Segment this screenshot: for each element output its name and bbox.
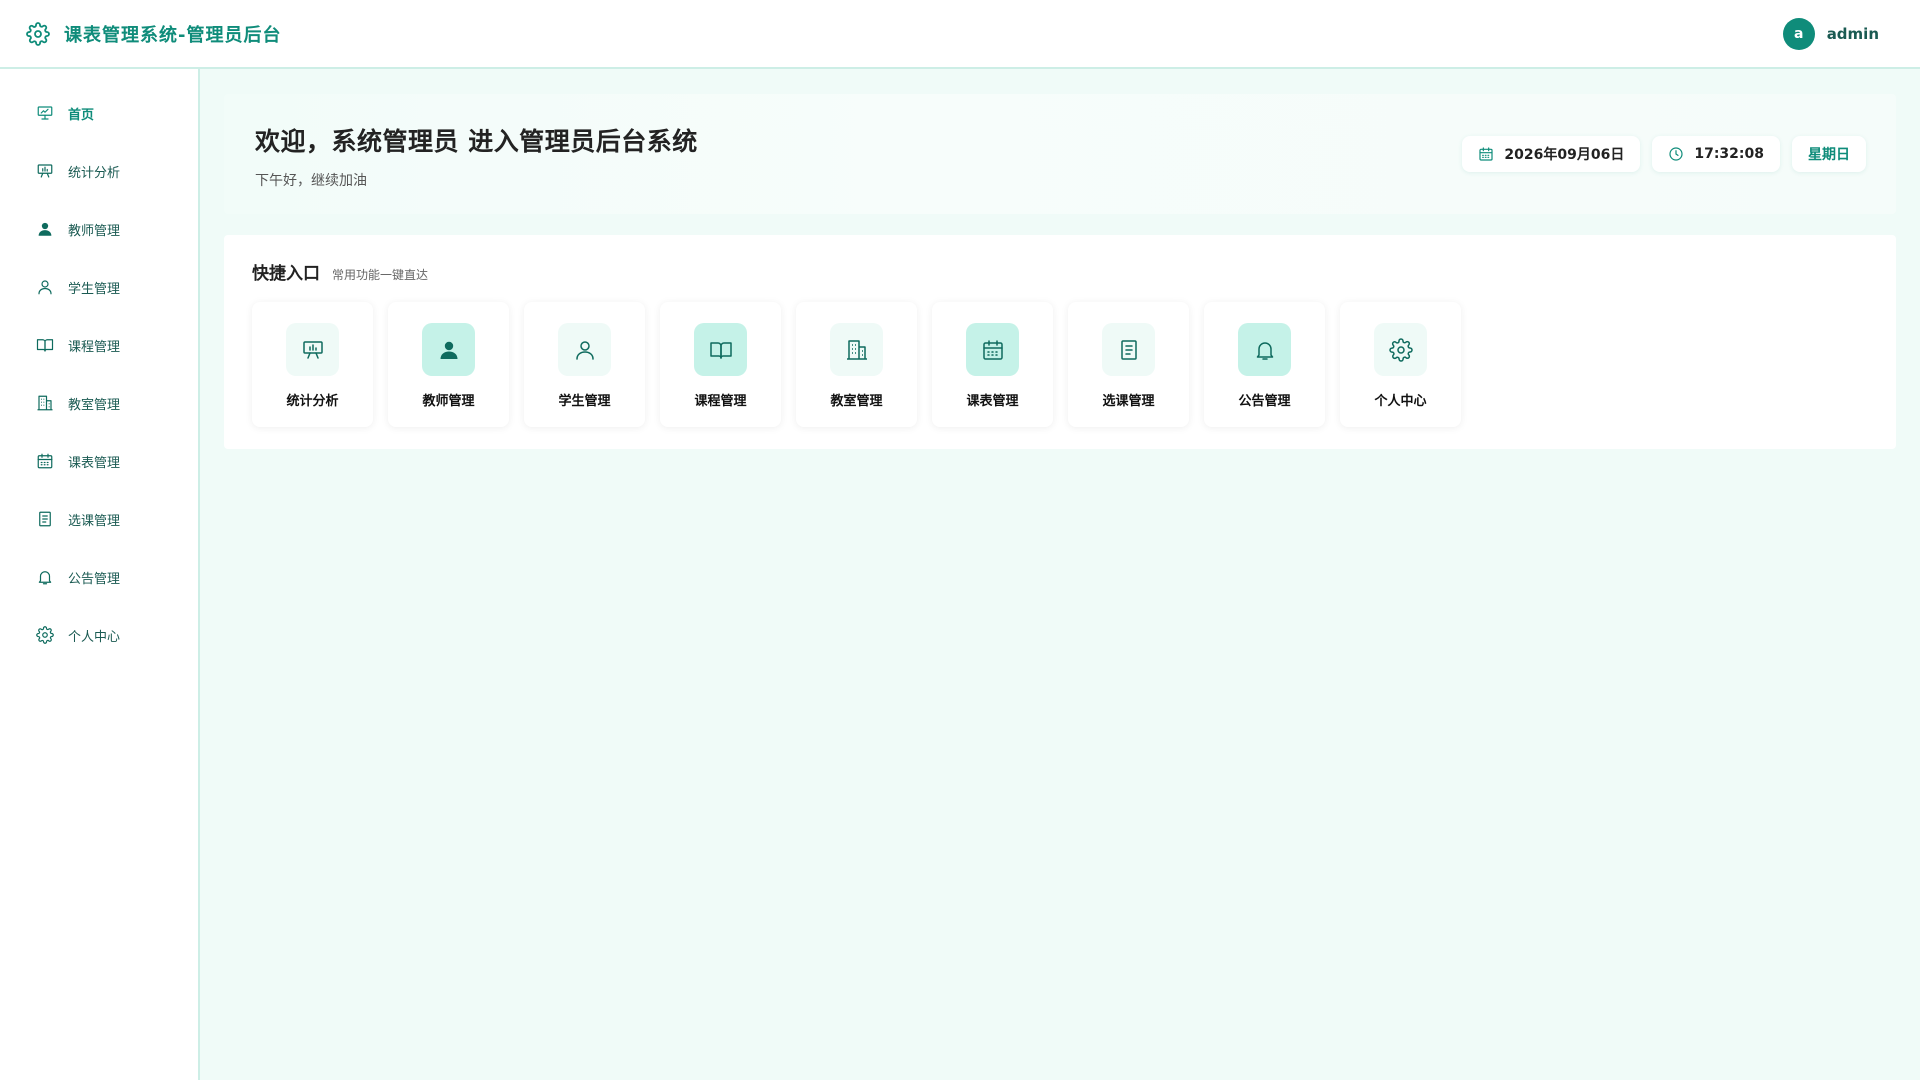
card-label: 公告管理 — [1238, 394, 1291, 409]
card-label: 个人中心 — [1374, 394, 1427, 409]
sidebar-item-label: 公告管理 — [68, 571, 121, 587]
card-label: 学生管理 — [558, 394, 611, 409]
card-label: 选课管理 — [1102, 394, 1155, 409]
card-label: 课表管理 — [966, 394, 1019, 409]
presentation-chart-icon — [36, 162, 54, 180]
card-icon-box — [694, 323, 747, 376]
quick-access-subtitle: 常用功能一键直达 — [332, 268, 429, 282]
bell-icon — [1253, 338, 1277, 362]
quick-card-students[interactable]: 学生管理 — [524, 302, 645, 427]
sidebar-item-label: 统计分析 — [68, 165, 121, 181]
sidebar-item-enrollment[interactable]: 选课管理 — [0, 490, 198, 548]
user-filled-icon — [36, 220, 54, 238]
calendar-icon — [981, 338, 1005, 362]
user-menu[interactable]: a admin — [1782, 17, 1879, 50]
main-content: 欢迎，系统管理员 进入管理员后台系统 下午好，继续加油 2026年09月06日 … — [224, 94, 1896, 449]
quick-access-panel: 快捷入口 常用功能一键直达 统计分析 教师管理 学生管理 课程管理 教室管理 课… — [224, 235, 1896, 449]
sidebar-item-label: 教师管理 — [68, 223, 121, 239]
sidebar-item-label: 学生管理 — [68, 281, 121, 297]
card-icon-box — [422, 323, 475, 376]
card-label: 课程管理 — [694, 394, 747, 409]
user-outline-icon — [36, 278, 54, 296]
gear-icon — [1388, 337, 1413, 362]
sidebar-item-label: 个人中心 — [68, 629, 121, 645]
quick-card-profile[interactable]: 个人中心 — [1340, 302, 1461, 427]
card-icon-box — [1374, 323, 1427, 376]
presentation-icon — [36, 104, 54, 122]
datetime-chips: 2026年09月06日 17:32:08 星期日 — [1462, 136, 1866, 172]
sidebar: 首页 统计分析 教师管理 学生管理 课程管理 教室管理 课表管理 选课管理 公告… — [0, 69, 200, 1080]
date-chip: 2026年09月06日 — [1462, 136, 1641, 172]
user-outline-icon — [573, 338, 597, 362]
top-header: 课表管理系统-管理员后台 a admin — [0, 0, 1920, 69]
card-icon-box — [286, 323, 339, 376]
card-icon-box — [1238, 323, 1291, 376]
welcome-banner: 欢迎，系统管理员 进入管理员后台系统 下午好，继续加油 2026年09月06日 … — [224, 94, 1896, 214]
sidebar-item-schedule[interactable]: 课表管理 — [0, 432, 198, 490]
quick-card-teachers[interactable]: 教师管理 — [388, 302, 509, 427]
sidebar-item-classrooms[interactable]: 教室管理 — [0, 374, 198, 432]
sidebar-item-label: 首页 — [68, 107, 95, 123]
sidebar-item-home[interactable]: 首页 — [0, 84, 198, 142]
avatar[interactable]: a — [1782, 17, 1815, 50]
sidebar-item-label: 选课管理 — [68, 513, 121, 529]
gear-icon — [36, 626, 54, 644]
clock-icon — [1668, 146, 1684, 162]
card-icon-box — [966, 323, 1019, 376]
presentation-chart-icon — [301, 338, 325, 362]
gear-icon — [26, 21, 50, 46]
sidebar-item-statistics[interactable]: 统计分析 — [0, 142, 198, 200]
quick-card-schedule[interactable]: 课表管理 — [932, 302, 1053, 427]
sidebar-item-label: 教室管理 — [68, 397, 121, 413]
card-icon-box — [558, 323, 611, 376]
brand: 课表管理系统-管理员后台 — [26, 21, 281, 47]
username[interactable]: admin — [1827, 25, 1879, 43]
user-filled-icon — [437, 338, 461, 362]
quick-card-enrollment[interactable]: 选课管理 — [1068, 302, 1189, 427]
sidebar-item-label: 课程管理 — [68, 339, 121, 355]
welcome-subtitle: 下午好，继续加油 — [255, 173, 367, 189]
weekday-text: 星期日 — [1808, 147, 1850, 163]
book-icon — [36, 336, 54, 354]
quick-access-header: 快捷入口 常用功能一键直达 — [252, 259, 1868, 284]
quick-card-announcements[interactable]: 公告管理 — [1204, 302, 1325, 427]
quick-card-courses[interactable]: 课程管理 — [660, 302, 781, 427]
quick-access-title: 快捷入口 — [252, 264, 320, 284]
sidebar-item-profile[interactable]: 个人中心 — [0, 606, 198, 664]
app-title: 课表管理系统-管理员后台 — [64, 24, 282, 46]
building-icon — [845, 338, 869, 362]
weekday-chip: 星期日 — [1792, 136, 1866, 172]
document-icon — [36, 510, 54, 528]
sidebar-item-courses[interactable]: 课程管理 — [0, 316, 198, 374]
card-label: 教师管理 — [422, 394, 475, 409]
card-label: 教室管理 — [830, 394, 883, 409]
card-icon-box — [1102, 323, 1155, 376]
document-icon — [1117, 338, 1141, 362]
quick-card-statistics[interactable]: 统计分析 — [252, 302, 373, 427]
sidebar-item-students[interactable]: 学生管理 — [0, 258, 198, 316]
calendar-icon — [36, 452, 54, 470]
card-icon-box — [830, 323, 883, 376]
book-icon — [709, 338, 733, 362]
quick-card-classrooms[interactable]: 教室管理 — [796, 302, 917, 427]
quick-access-cards: 统计分析 教师管理 学生管理 课程管理 教室管理 课表管理 选课管理 公告管理 … — [252, 302, 1868, 427]
calendar-icon — [1478, 146, 1494, 162]
card-label: 统计分析 — [286, 394, 339, 409]
sidebar-item-announcements[interactable]: 公告管理 — [0, 548, 198, 606]
sidebar-item-label: 课表管理 — [68, 455, 121, 471]
date-text: 2026年09月06日 — [1504, 147, 1625, 163]
bell-icon — [36, 568, 54, 586]
time-text: 17:32:08 — [1694, 146, 1764, 162]
time-chip: 17:32:08 — [1652, 136, 1780, 172]
sidebar-item-teachers[interactable]: 教师管理 — [0, 200, 198, 258]
building-icon — [36, 394, 54, 412]
